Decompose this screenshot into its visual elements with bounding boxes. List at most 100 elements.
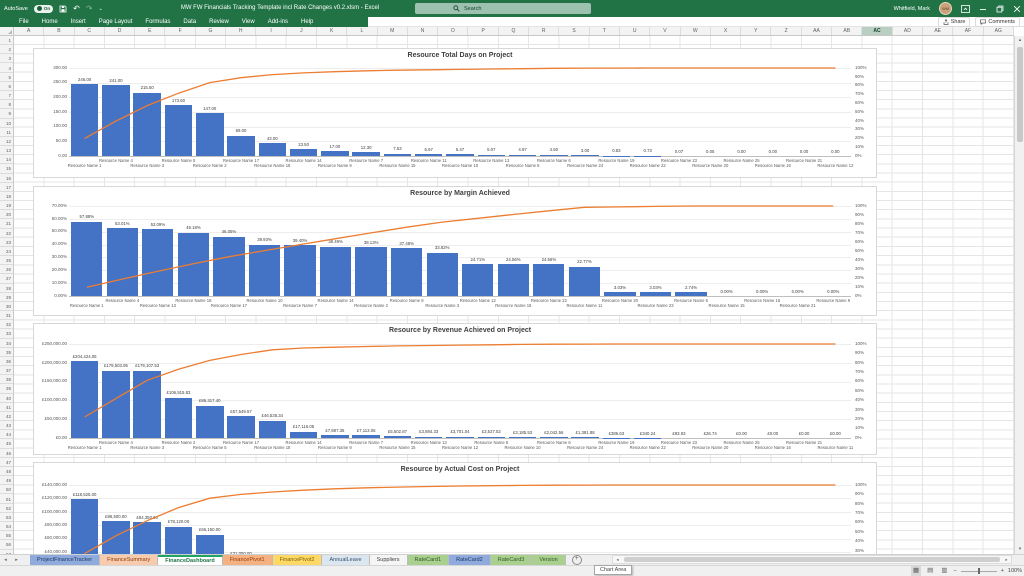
- pareto-bar[interactable]: [462, 264, 493, 296]
- column-header-I[interactable]: I: [256, 27, 286, 36]
- row-header-18[interactable]: 18: [0, 192, 13, 201]
- row-header-38[interactable]: 38: [0, 375, 13, 384]
- column-header-N[interactable]: N: [408, 27, 438, 36]
- row-header-27[interactable]: 27: [0, 274, 13, 283]
- column-header-V[interactable]: V: [650, 27, 680, 36]
- add-sheet-button[interactable]: +: [572, 555, 582, 565]
- row-header-4[interactable]: 4: [0, 64, 13, 73]
- sheet-tab-ratecard1[interactable]: RateCard1: [408, 555, 450, 565]
- column-header-Q[interactable]: Q: [499, 27, 529, 36]
- pareto-bar[interactable]: [571, 437, 599, 438]
- save-icon[interactable]: [59, 5, 67, 13]
- pareto-bar[interactable]: [71, 84, 99, 156]
- row-header-36[interactable]: 36: [0, 357, 13, 366]
- avatar[interactable]: WM: [939, 2, 952, 15]
- sheet-tab-financesummary[interactable]: FinanceSummary: [100, 555, 158, 565]
- row-header-1[interactable]: 1: [0, 36, 13, 45]
- menu-tab-insert[interactable]: Insert: [71, 19, 86, 25]
- column-header-B[interactable]: B: [44, 27, 74, 36]
- column-header-K[interactable]: K: [317, 27, 347, 36]
- row-header-3[interactable]: 3: [0, 54, 13, 63]
- pareto-bar[interactable]: [446, 154, 474, 156]
- row-header-7[interactable]: 7: [0, 91, 13, 100]
- undo-icon[interactable]: ↶: [73, 5, 80, 13]
- chart-revenue[interactable]: Resource by Revenue Achieved on Project£…: [33, 323, 877, 455]
- row-header-33[interactable]: 33: [0, 329, 13, 338]
- column-header-AE[interactable]: AE: [923, 27, 953, 36]
- column-header-E[interactable]: E: [135, 27, 165, 36]
- row-header-51[interactable]: 51: [0, 495, 13, 504]
- pareto-bar[interactable]: [478, 155, 506, 156]
- search-box[interactable]: Search: [415, 3, 591, 14]
- pareto-bar[interactable]: [352, 435, 380, 438]
- column-header-G[interactable]: G: [196, 27, 226, 36]
- row-header-30[interactable]: 30: [0, 302, 13, 311]
- row-header-26[interactable]: 26: [0, 265, 13, 274]
- menu-tab-page-layout[interactable]: Page Layout: [99, 19, 133, 25]
- pareto-bar[interactable]: [284, 245, 315, 296]
- pareto-bar[interactable]: [249, 245, 280, 296]
- pareto-bar[interactable]: [540, 437, 568, 438]
- column-header-X[interactable]: X: [711, 27, 741, 36]
- row-header-43[interactable]: 43: [0, 421, 13, 430]
- pareto-bar[interactable]: [196, 113, 224, 156]
- column-header-R[interactable]: R: [529, 27, 559, 36]
- sheet-tab-suppliers[interactable]: Suppliers: [370, 555, 408, 565]
- pareto-bar[interactable]: [321, 151, 349, 156]
- sheet-nav-prev-icon[interactable]: ◂: [0, 555, 11, 565]
- row-header-11[interactable]: 11: [0, 128, 13, 137]
- pareto-bar[interactable]: [355, 247, 386, 296]
- pareto-bar[interactable]: [478, 437, 506, 438]
- zoom-in-button[interactable]: +: [1001, 568, 1004, 574]
- sheet-tab-projectfinancetracker[interactable]: ProjectFinanceTracker: [30, 555, 100, 565]
- row-header-23[interactable]: 23: [0, 238, 13, 247]
- row-header-29[interactable]: 29: [0, 293, 13, 302]
- scroll-up-icon[interactable]: ▴: [1015, 36, 1024, 45]
- row-header-24[interactable]: 24: [0, 247, 13, 256]
- column-header-F[interactable]: F: [166, 27, 196, 36]
- row-header-17[interactable]: 17: [0, 183, 13, 192]
- column-header-T[interactable]: T: [590, 27, 620, 36]
- column-header-AD[interactable]: AD: [893, 27, 923, 36]
- column-header-Z[interactable]: Z: [772, 27, 802, 36]
- column-header-AF[interactable]: AF: [953, 27, 983, 36]
- row-header-21[interactable]: 21: [0, 219, 13, 228]
- pareto-bar[interactable]: [675, 292, 706, 296]
- row-header-15[interactable]: 15: [0, 164, 13, 173]
- column-header-W[interactable]: W: [681, 27, 711, 36]
- autosave-toggle[interactable]: On: [34, 5, 53, 13]
- row-header-34[interactable]: 34: [0, 339, 13, 348]
- sheet-tab-annualleave[interactable]: AnnualLeave: [322, 555, 369, 565]
- sheet-nav-next-icon[interactable]: ▸: [11, 555, 22, 565]
- column-header-U[interactable]: U: [620, 27, 650, 36]
- vertical-scrollbar[interactable]: ▴ ▾: [1014, 36, 1024, 554]
- pareto-bar[interactable]: [533, 264, 564, 296]
- pareto-bar[interactable]: [321, 435, 349, 438]
- row-header-47[interactable]: 47: [0, 458, 13, 467]
- pareto-bar[interactable]: [178, 233, 209, 296]
- column-header-AB[interactable]: AB: [832, 27, 862, 36]
- scroll-down-icon[interactable]: ▾: [1015, 545, 1024, 554]
- row-header-6[interactable]: 6: [0, 82, 13, 91]
- page-layout-view-button[interactable]: ▤: [925, 566, 935, 576]
- sheet-tab-financedashboard[interactable]: FinanceDashboard: [158, 555, 223, 565]
- pareto-bar[interactable]: [320, 247, 351, 296]
- share-button[interactable]: Share: [938, 17, 971, 27]
- pareto-bar[interactable]: [391, 248, 422, 296]
- row-header-32[interactable]: 32: [0, 320, 13, 329]
- qat-customize-icon[interactable]: ⌄: [99, 5, 103, 13]
- pareto-bar[interactable]: [290, 149, 318, 156]
- menu-tab-help[interactable]: Help: [301, 19, 313, 25]
- pareto-bar[interactable]: [142, 229, 173, 296]
- pareto-bar[interactable]: [569, 267, 600, 296]
- row-header-35[interactable]: 35: [0, 348, 13, 357]
- zoom-level[interactable]: 100%: [1008, 568, 1022, 574]
- row-header-42[interactable]: 42: [0, 412, 13, 421]
- column-header-AA[interactable]: AA: [802, 27, 832, 36]
- sheet-tab-version[interactable]: Version: [532, 555, 565, 565]
- column-header-C[interactable]: C: [75, 27, 105, 36]
- pareto-bar[interactable]: [509, 155, 537, 156]
- horizontal-scrollbar-thumb[interactable]: [624, 557, 1000, 562]
- chart-margin[interactable]: Resource by Margin Achieved70.00%60.00%5…: [33, 186, 877, 316]
- menu-tab-review[interactable]: Review: [209, 19, 229, 25]
